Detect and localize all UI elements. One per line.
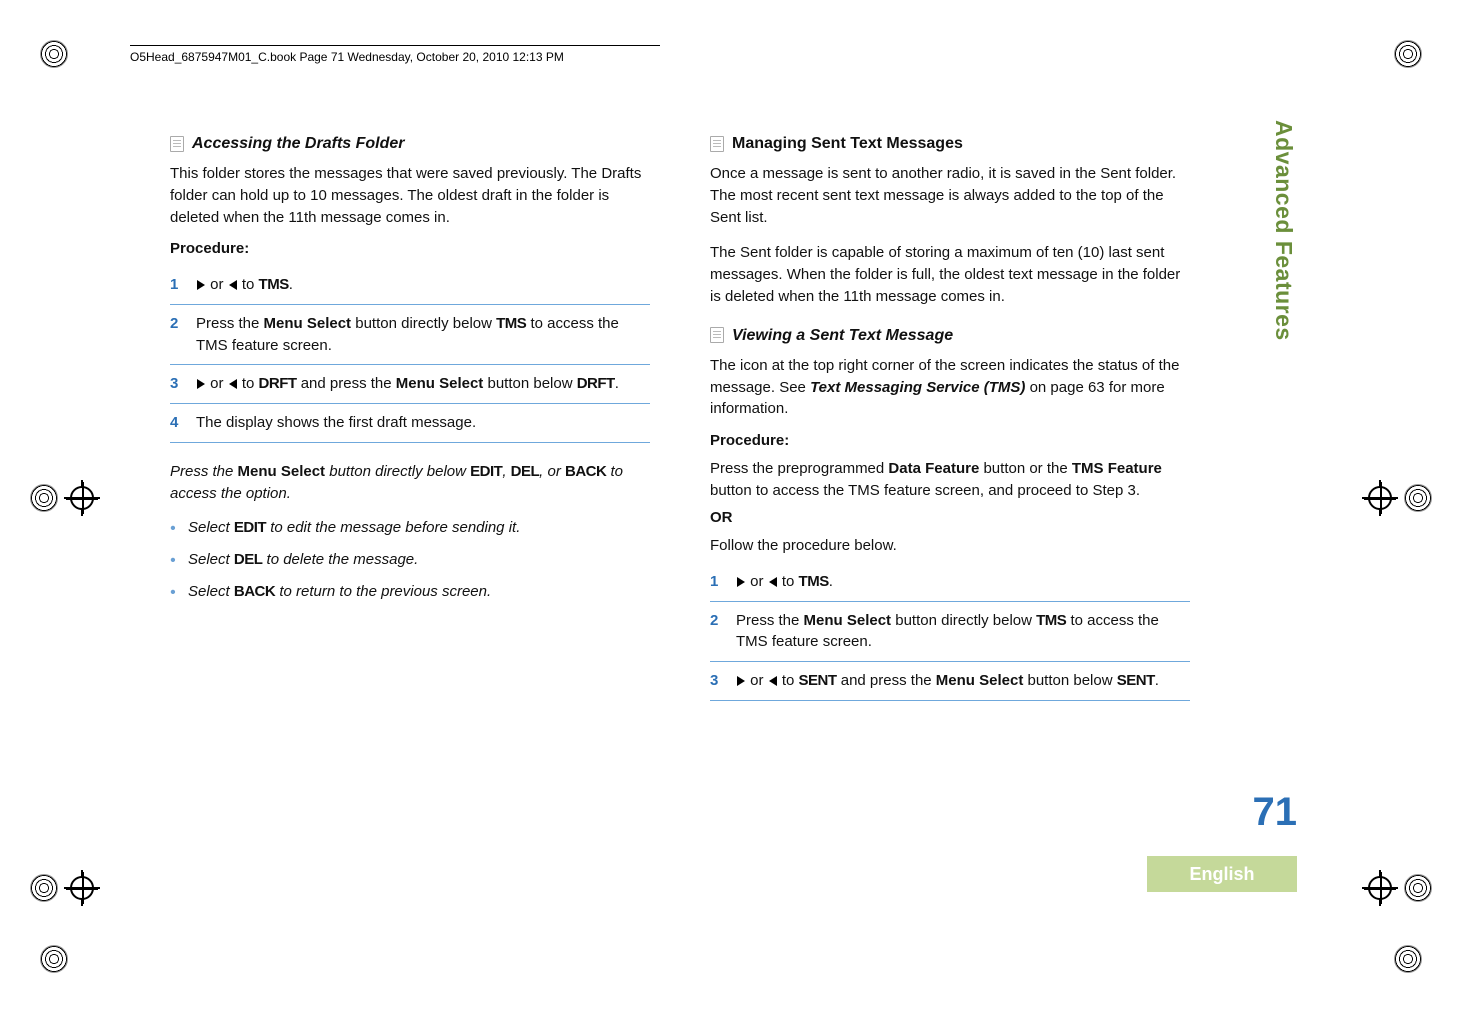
bullet-edit: Select EDIT to edit the message before s…: [170, 512, 650, 544]
step-number: 2: [710, 610, 724, 654]
arrow-right-icon: [737, 577, 745, 587]
document-icon: [710, 136, 724, 152]
step-text: or to TMS.: [736, 571, 833, 593]
step-text: or to SENT and press the Menu Select but…: [736, 670, 1159, 692]
side-tab: Advanced Features: [1257, 120, 1297, 600]
procedure-label: Procedure:: [710, 430, 1190, 452]
arrow-left-icon: [769, 676, 777, 686]
paragraph: Once a message is sent to another radio,…: [710, 163, 1190, 228]
page-number: 71: [1207, 790, 1297, 835]
procedure-label: Procedure:: [170, 238, 650, 260]
left-column: Accessing the Drafts Folder This folder …: [170, 120, 650, 701]
step-text: or to TMS.: [196, 274, 293, 296]
language-text: English: [1189, 864, 1254, 885]
step-1: 1 or to TMS.: [170, 266, 650, 305]
print-mark-br: [1394, 945, 1422, 973]
step-2: 2 Press the Menu Select button directly …: [710, 602, 1190, 663]
paragraph: The Sent folder is capable of storing a …: [710, 242, 1190, 307]
step-number: 4: [170, 412, 184, 434]
step-text: Press the Menu Select button directly be…: [736, 610, 1190, 654]
print-crosshair-left2: [30, 870, 100, 906]
heading-text: Viewing a Sent Text Message: [732, 324, 953, 347]
bullet-del: Select DEL to delete the message.: [170, 544, 650, 576]
step-text: The display shows the first draft messag…: [196, 412, 476, 434]
step-text: Press the Menu Select button directly be…: [196, 313, 650, 357]
page-number-box: 71: [1207, 790, 1297, 835]
step-4: 4 The display shows the first draft mess…: [170, 404, 650, 443]
header-print-info: O5Head_6875947M01_C.book Page 71 Wednesd…: [130, 45, 660, 64]
paragraph: The icon at the top right corner of the …: [710, 355, 1190, 420]
option-bullets: Select EDIT to edit the message before s…: [170, 512, 650, 607]
step-number: 1: [170, 274, 184, 296]
section-heading-drafts: Accessing the Drafts Folder: [170, 132, 650, 155]
step-1: 1 or to TMS.: [710, 563, 1190, 602]
after-steps-paragraph: Press the Menu Select button directly be…: [170, 461, 650, 505]
intro-paragraph: This folder stores the messages that wer…: [170, 163, 650, 228]
print-mark-tl: [40, 40, 68, 68]
follow-label: Follow the procedure below.: [710, 535, 1190, 557]
step-2: 2 Press the Menu Select button directly …: [170, 305, 650, 366]
step-3: 3 or to SENT and press the Menu Select b…: [710, 662, 1190, 701]
arrow-left-icon: [769, 577, 777, 587]
section-heading-sent: Managing Sent Text Messages: [710, 132, 1190, 155]
pre-procedure: Press the preprogrammed Data Feature but…: [710, 458, 1190, 502]
header-text: O5Head_6875947M01_C.book Page 71 Wednesd…: [130, 50, 564, 64]
section-heading-view-sent: Viewing a Sent Text Message: [710, 324, 1190, 347]
print-mark-tr: [1394, 40, 1422, 68]
step-number: 3: [710, 670, 724, 692]
step-3: 3 or to DRFT and press the Menu Select b…: [170, 365, 650, 404]
arrow-right-icon: [197, 280, 205, 290]
arrow-left-icon: [229, 379, 237, 389]
or-label: OR: [710, 507, 1190, 529]
step-number: 2: [170, 313, 184, 357]
right-column: Managing Sent Text Messages Once a messa…: [710, 120, 1190, 701]
step-number: 1: [710, 571, 724, 593]
step-text: or to DRFT and press the Menu Select but…: [196, 373, 619, 395]
arrow-right-icon: [197, 379, 205, 389]
procedure-steps-left: 1 or to TMS. 2 Press the Menu Select but…: [170, 266, 650, 443]
heading-text: Accessing the Drafts Folder: [192, 132, 405, 155]
arrow-right-icon: [737, 676, 745, 686]
print-crosshair-right: [1362, 480, 1432, 516]
side-tab-text: Advanced Features: [1257, 120, 1297, 600]
procedure-steps-right: 1 or to TMS. 2 Press the Menu Select but…: [710, 563, 1190, 701]
print-crosshair-left: [30, 480, 100, 516]
document-icon: [170, 136, 184, 152]
heading-text: Managing Sent Text Messages: [732, 132, 963, 155]
language-tab: English: [1147, 856, 1297, 892]
arrow-left-icon: [229, 280, 237, 290]
document-icon: [710, 327, 724, 343]
print-crosshair-right2: [1362, 870, 1432, 906]
bullet-back: Select BACK to return to the previous sc…: [170, 576, 650, 608]
step-number: 3: [170, 373, 184, 395]
print-mark-bl: [40, 945, 68, 973]
